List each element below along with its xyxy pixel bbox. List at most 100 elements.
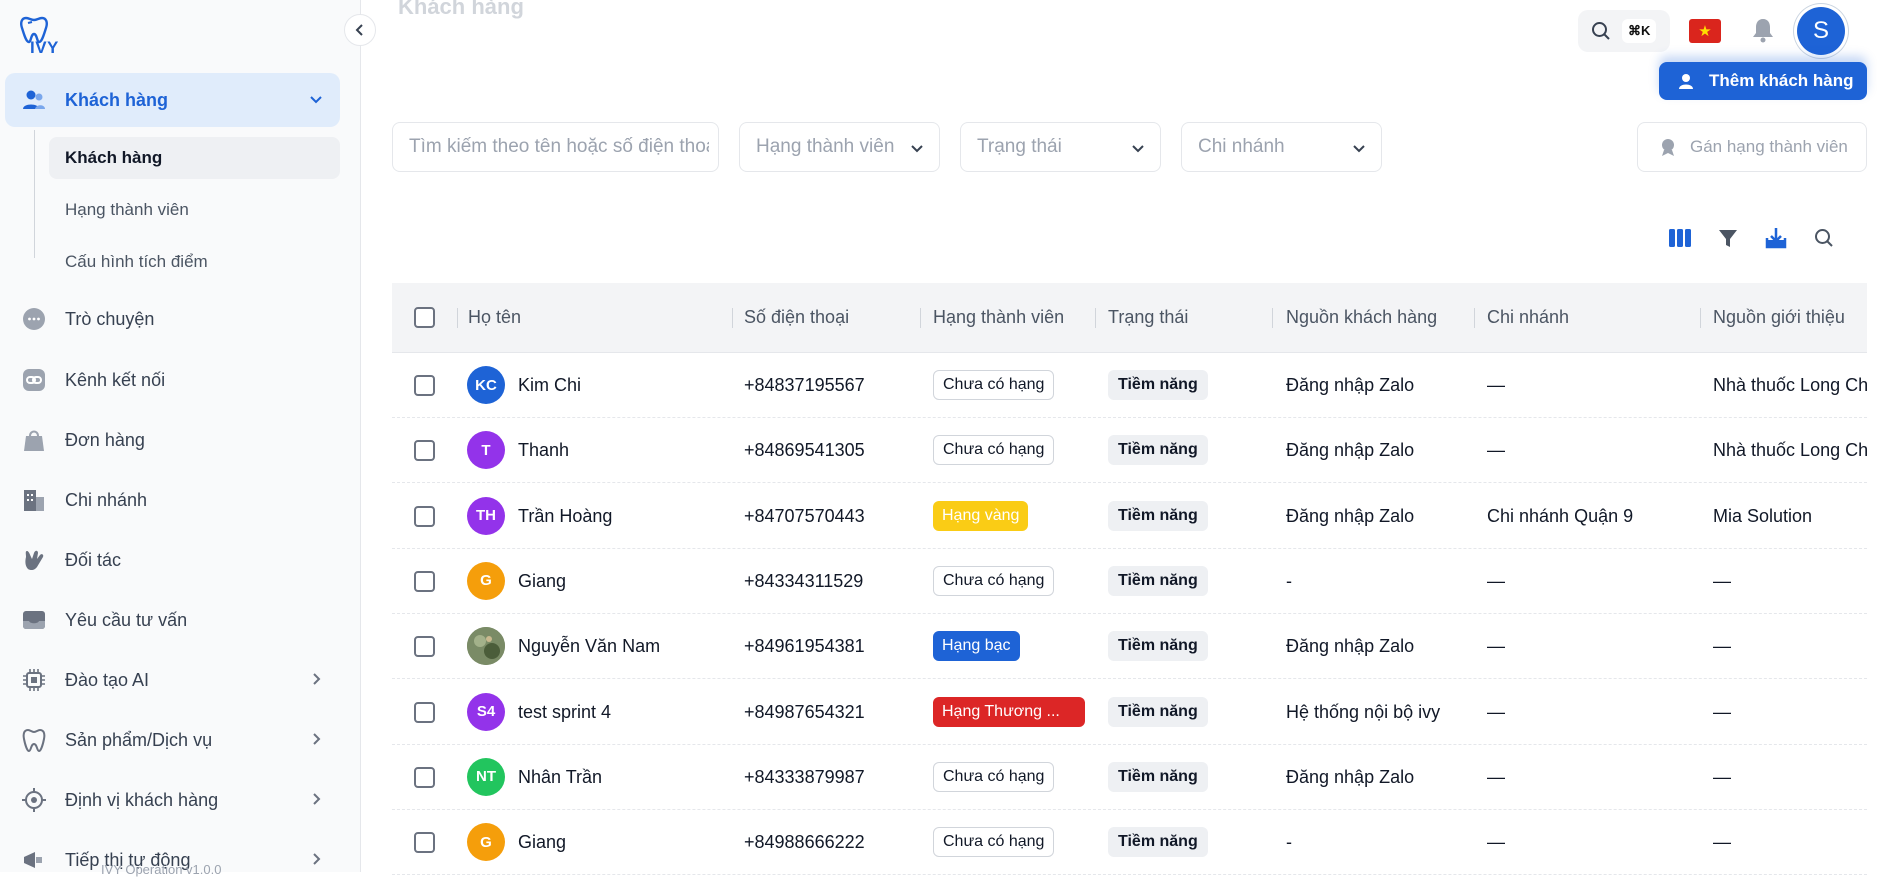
chevron-down-icon [308, 91, 324, 112]
user-avatar[interactable]: S [1797, 7, 1845, 55]
sidebar-item-label: Đơn hàng [65, 429, 145, 450]
header-source[interactable]: Nguồn khách hàng [1286, 307, 1437, 328]
columns-icon[interactable] [1667, 225, 1693, 251]
bell-icon[interactable] [1749, 16, 1777, 49]
customer-name[interactable]: Nguyễn Văn Nam [518, 636, 660, 657]
row-checkbox[interactable] [414, 832, 435, 854]
assign-rank-label: Gán hạng thành viên [1690, 137, 1848, 156]
header-rank[interactable]: Hạng thành viên [933, 307, 1064, 328]
status-filter-select[interactable]: Trạng thái [960, 122, 1161, 172]
vietnam-flag-icon[interactable]: ★ [1689, 19, 1721, 43]
customer-source: Đăng nhập Zalo [1286, 440, 1415, 461]
customer-source: - [1286, 832, 1292, 853]
customer-source: Đăng nhập Zalo [1286, 766, 1415, 787]
sidebar-subitem-points-config[interactable]: Cấu hình tích điểm [49, 241, 340, 283]
header-phone[interactable]: Số điện thoại [744, 307, 849, 328]
avatar-initials: TH [476, 507, 496, 525]
sidebar-subitem-customers[interactable]: Khách hàng [49, 137, 340, 179]
table-row[interactable]: KC Kim Chi +84837195567 Chưa có hạng Tiềm nă… [392, 353, 1867, 418]
customer-referral: — [1713, 832, 1731, 853]
link-icon [20, 366, 48, 394]
assign-rank-button[interactable]: Gán hạng thành viên [1637, 122, 1867, 172]
row-checkbox[interactable] [414, 636, 435, 658]
sidebar-item-ai-training[interactable]: Đào tạo AI [5, 653, 340, 707]
rank-badge: Chưa có hạng [933, 370, 1055, 400]
sidebar-item-label: Định vị khách hàng [65, 789, 219, 810]
sidebar-item-customer-targeting[interactable]: Định vị khách hàng [5, 773, 340, 827]
status-badge: Tiềm năng [1108, 435, 1208, 466]
row-checkbox[interactable] [414, 440, 435, 462]
customer-name[interactable]: Thanh [518, 440, 569, 461]
header-separator [1272, 308, 1273, 328]
sidebar-subitem-membership-rank[interactable]: Hạng thành viên [49, 189, 340, 231]
customer-referral: — [1713, 636, 1731, 657]
row-checkbox[interactable] [414, 505, 435, 527]
add-customer-button[interactable]: Thêm khách hàng [1659, 62, 1867, 100]
branch-filter-select[interactable]: Chi nhánh [1181, 122, 1382, 172]
customer-branch: — [1487, 701, 1505, 722]
customer-name[interactable]: Giang [518, 832, 566, 853]
search-input[interactable]: Tìm kiếm theo tên hoặc số điện thoại [392, 122, 719, 172]
rank-badge: Chưa có hạng [933, 761, 1055, 792]
table-search-icon[interactable] [1811, 225, 1837, 251]
row-checkbox[interactable] [414, 375, 435, 396]
sidebar-item-partners[interactable]: Đối tác [5, 533, 340, 587]
header-branch[interactable]: Chi nhánh [1487, 307, 1569, 328]
customer-name[interactable]: Trần Hoàng [518, 506, 612, 527]
sidebar-item-branches[interactable]: Chi nhánh [5, 473, 340, 527]
filter-icon[interactable] [1715, 225, 1741, 251]
table-row[interactable]: G Giang +84988666222 Chưa có hạng Tiềm năng -… [392, 810, 1867, 876]
sidebar-item-customers[interactable]: Khách hàng [5, 73, 340, 127]
table-row[interactable]: T Thanh +84869541305 Chưa có hạng Tiềm năng Đ… [392, 418, 1867, 484]
chevron-right-icon [308, 671, 324, 692]
select-all-checkbox[interactable] [414, 307, 435, 328]
sidebar-item-chat[interactable]: Trò chuyện [5, 292, 340, 346]
sidebar-item-connections[interactable]: Kênh kết nối [5, 353, 340, 407]
rank-badge: Chưa có hạng [933, 565, 1055, 596]
sidebar-item-auto-marketing[interactable]: Tiếp thị tự động [5, 833, 340, 887]
customer-referral: Nhà thuốc Long Châu [1713, 440, 1867, 461]
rank-filter-select[interactable]: Hạng thành viên [739, 122, 940, 172]
page-title-faded: Khách hàng [398, 0, 524, 19]
table-row[interactable]: TH Trần Hoàng +84707570443 Hạng vàng Tiềm nă… [392, 484, 1867, 549]
customer-phone: +84333879987 [744, 766, 865, 787]
sidebar-item-label: Yêu cầu tư vấn [65, 609, 188, 630]
avatar: NT [467, 757, 505, 796]
status-badge: Tiềm năng [1108, 565, 1208, 596]
header-referral[interactable]: Nguồn giới thiệu [1713, 307, 1845, 328]
row-checkbox[interactable] [414, 570, 435, 592]
sidebar-item-orders[interactable]: Đơn hàng [5, 413, 340, 467]
sidebar-item-products-services[interactable]: Sản phẩm/Dịch vụ [5, 713, 340, 767]
download-icon[interactable] [1763, 225, 1789, 251]
row-checkbox[interactable] [414, 701, 435, 723]
customer-source: Hệ thống nội bộ ivy [1286, 701, 1441, 722]
customer-name[interactable]: test sprint 4 [518, 702, 611, 723]
status-badge: Tiềm năng [1108, 761, 1208, 792]
collapse-sidebar-button[interactable] [344, 14, 376, 46]
search-placeholder: Tìm kiếm theo tên hoặc số điện thoại [409, 136, 709, 157]
customer-name[interactable]: Giang [518, 571, 566, 592]
table-row[interactable]: G Giang +84334311529 Chưa có hạng Tiềm năng -… [392, 549, 1867, 614]
header-name[interactable]: Họ tên [468, 307, 521, 328]
sidebar-item-label: Sản phẩm/Dịch vụ [65, 729, 213, 750]
global-search-button[interactable]: ⌘K [1578, 10, 1670, 52]
tooth-icon [20, 726, 48, 754]
sidebar-item-consult-requests[interactable]: Yêu cầu tư vấn [5, 593, 340, 647]
table-row[interactable]: NT Nhân Trần +84333879987 Chưa có hạng Tiềm … [392, 745, 1867, 810]
customer-name[interactable]: Kim Chi [518, 375, 581, 396]
rank-badge: Hạng vàng [933, 500, 1029, 531]
sidebar-item-label: Trò chuyện [65, 308, 155, 329]
customer-branch: — [1487, 375, 1505, 395]
header-status[interactable]: Trạng thái [1108, 307, 1188, 328]
sidebar-item-label: Kênh kết nối [65, 369, 166, 390]
avatar-initials: G [480, 572, 492, 590]
avatar: KC [467, 366, 505, 404]
avatar: S4 [467, 692, 505, 731]
customer-name[interactable]: Nhân Trần [518, 767, 602, 788]
building-icon [20, 486, 48, 514]
sidebar-item-label: Đào tạo AI [65, 669, 150, 690]
row-checkbox[interactable] [414, 766, 435, 788]
table-row[interactable]: S4 test sprint 4 +84987654321 Hạng Thương .… [392, 680, 1867, 745]
sidebar-item-label: Đối tác [65, 549, 122, 570]
table-row[interactable]: Nguyễn Văn Nam +84961954381 Hạng bạc Tiềm n… [392, 614, 1867, 680]
